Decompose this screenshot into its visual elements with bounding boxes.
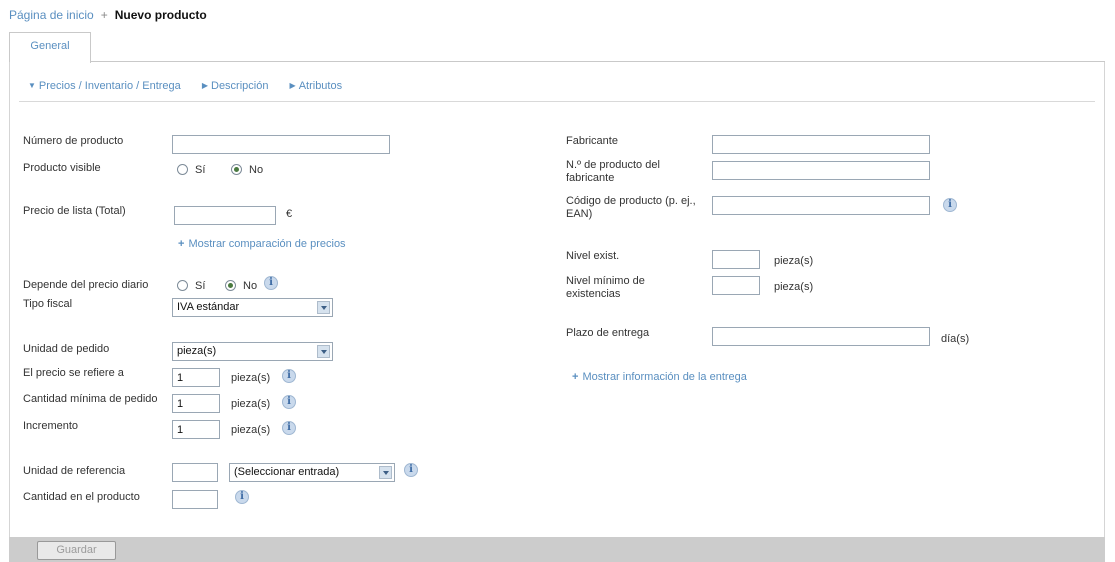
footer-bar: Guardar (9, 537, 1105, 562)
min-stock-label: Nivel mínimo de existencias (566, 275, 645, 300)
bullet-icon: ▶ (201, 81, 208, 90)
stock-level-input[interactable] (712, 250, 760, 269)
mfr-product-no-label: N.º de producto del fabricante (566, 159, 660, 184)
section-link-label: Descripción (211, 80, 269, 92)
increment-unit: pieza(s) (231, 424, 271, 436)
breadcrumb-home-link[interactable]: Página de inicio (9, 8, 94, 22)
section-link-attributes[interactable]: ▶ Atributos (290, 80, 343, 92)
page-title: Nuevo producto (114, 8, 207, 22)
tab-general[interactable]: General (9, 32, 91, 63)
breadcrumb: Página de inicio + Nuevo producto (9, 8, 207, 22)
min-stock-unit: pieza(s) (774, 281, 814, 293)
plus-icon: + (572, 371, 579, 383)
price-refers-label: El precio se refiere a (23, 367, 124, 379)
plus-icon: + (178, 238, 185, 250)
chevron-down-icon (317, 301, 330, 314)
show-price-comparison-link[interactable]: + Mostrar comparación de precios (178, 238, 346, 250)
currency-symbol: € (286, 208, 293, 220)
save-button[interactable]: Guardar (37, 541, 116, 560)
min-order-label: Cantidad mínima de pedido (23, 393, 158, 405)
stock-level-unit: pieza(s) (774, 255, 814, 267)
info-icon[interactable]: i (264, 276, 278, 290)
ref-unit-select-value: (Seleccionar entrada) (234, 466, 340, 478)
product-code-label: Código de producto (p. ej., EAN) (566, 195, 696, 220)
increment-label: Incremento (23, 420, 79, 432)
product-number-input[interactable] (172, 135, 390, 154)
list-price-label: Precio de lista (Total) (23, 205, 126, 217)
bullet-icon: ▼ (28, 81, 36, 90)
list-price-input[interactable] (174, 206, 276, 225)
daily-price-label: Depende del precio diario (23, 279, 149, 291)
show-price-comparison-label: Mostrar comparación de precios (188, 238, 346, 250)
info-icon[interactable]: i (282, 395, 296, 409)
min-order-unit: pieza(s) (231, 398, 271, 410)
info-icon[interactable]: i (282, 369, 296, 383)
delivery-time-input[interactable] (712, 327, 930, 346)
visible-no-radio[interactable] (231, 164, 242, 175)
info-icon[interactable]: i (943, 198, 957, 212)
product-code-input[interactable] (712, 196, 930, 215)
info-icon[interactable]: i (235, 490, 249, 504)
delivery-time-unit: día(s) (941, 333, 970, 345)
daily-price-no-radio[interactable] (225, 280, 236, 291)
min-stock-input[interactable] (712, 276, 760, 295)
section-link-prices[interactable]: ▼ Precios / Inventario / Entrega (28, 80, 181, 92)
daily-price-no-label: No (243, 280, 258, 292)
tax-type-label: Tipo fiscal (23, 298, 73, 310)
product-number-label: Número de producto (23, 135, 124, 147)
info-icon[interactable]: i (282, 421, 296, 435)
section-nav: ▼ Precios / Inventario / Entrega ▶ Descrip… (28, 80, 360, 92)
tax-type-value: IVA estándar (177, 301, 240, 313)
info-icon[interactable]: i (404, 463, 418, 477)
order-unit-value: pieza(s) (177, 345, 217, 357)
visible-yes-label: Sí (195, 164, 206, 176)
ref-unit-input[interactable] (172, 463, 218, 482)
bullet-icon: ▶ (289, 81, 296, 90)
daily-price-yes-radio[interactable] (177, 280, 188, 291)
mfr-product-no-input[interactable] (712, 161, 930, 180)
manufacturer-input[interactable] (712, 135, 930, 154)
ref-unit-select[interactable]: (Seleccionar entrada) (229, 463, 395, 482)
manufacturer-label: Fabricante (566, 135, 618, 147)
show-delivery-info-link[interactable]: + Mostrar información de la entrega (572, 371, 747, 383)
breadcrumb-separator: + (100, 8, 108, 22)
tab-bar: General (9, 32, 1105, 63)
show-delivery-info-label: Mostrar información de la entrega (582, 371, 747, 383)
stock-level-label: Nivel exist. (566, 250, 620, 262)
price-refers-input[interactable] (172, 368, 220, 387)
section-link-description[interactable]: ▶ Descripción (202, 80, 269, 92)
visible-no-label: No (249, 164, 264, 176)
daily-price-yes-label: Sí (195, 280, 206, 292)
qty-in-product-label: Cantidad en el producto (23, 491, 140, 503)
tax-type-select[interactable]: IVA estándar (172, 298, 333, 317)
increment-input[interactable] (172, 420, 220, 439)
price-refers-unit: pieza(s) (231, 372, 271, 384)
order-unit-select[interactable]: pieza(s) (172, 342, 333, 361)
chevron-down-icon (317, 345, 330, 358)
delivery-time-label: Plazo de entrega (566, 327, 650, 339)
min-order-input[interactable] (172, 394, 220, 413)
ref-unit-label: Unidad de referencia (23, 465, 126, 477)
qty-in-product-input[interactable] (172, 490, 218, 509)
order-unit-label: Unidad de pedido (23, 343, 110, 355)
section-link-label: Precios / Inventario / Entrega (38, 80, 181, 92)
section-link-label: Atributos (298, 80, 343, 92)
visible-yes-radio[interactable] (177, 164, 188, 175)
divider (19, 101, 1095, 102)
chevron-down-icon (379, 466, 392, 479)
visible-label: Producto visible (23, 162, 101, 174)
